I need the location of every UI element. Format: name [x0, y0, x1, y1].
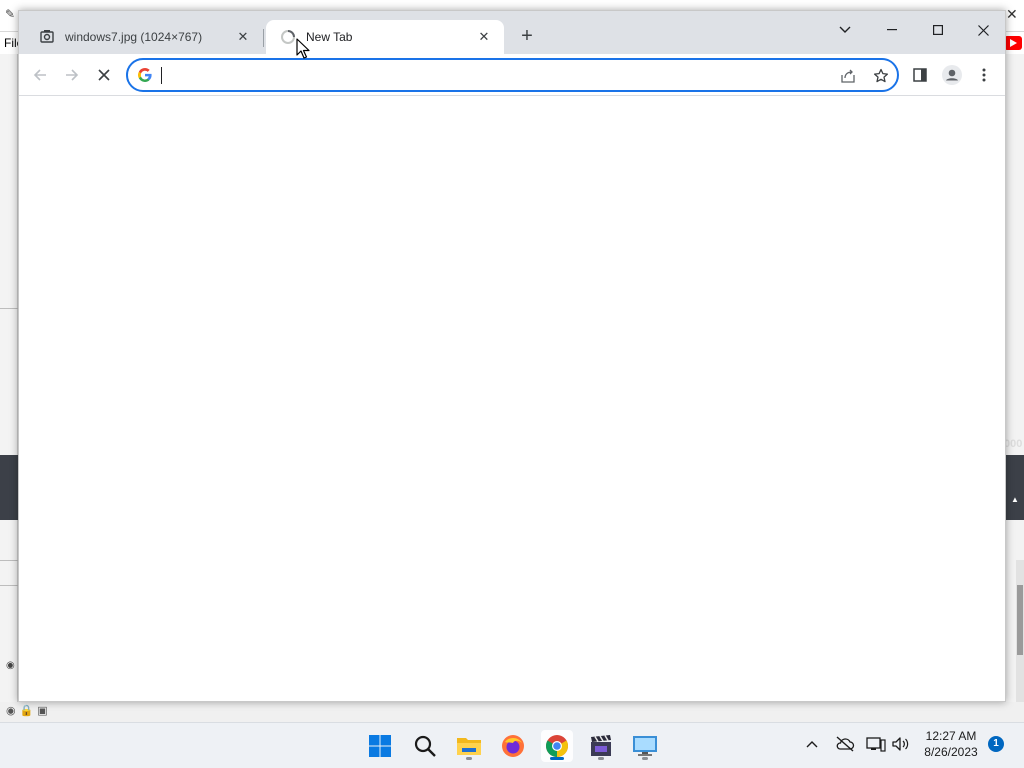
background-status-bar: [0, 702, 1024, 722]
tab-title: New Tab: [306, 30, 353, 44]
notification-badge[interactable]: 1: [988, 736, 1004, 752]
loading-icon: [280, 29, 296, 45]
image-viewer-icon: [39, 29, 55, 45]
background-up-arrow-icon[interactable]: ▲: [1011, 495, 1019, 504]
star-icon: [873, 68, 889, 83]
running-indicator: [642, 757, 648, 760]
windows-logo-icon: [369, 735, 391, 757]
share-button[interactable]: [838, 66, 858, 86]
tab-title: windows7.jpg (1024×767): [65, 30, 203, 44]
monitor-icon: [633, 736, 657, 756]
profile-icon: [942, 65, 962, 85]
forward-button[interactable]: [59, 62, 85, 88]
clock-date: 8/26/2023: [924, 745, 978, 759]
volume-button[interactable]: [891, 735, 911, 753]
video-editor-button[interactable]: [585, 730, 617, 762]
background-number-readout: 000: [1004, 438, 1023, 450]
google-g-icon: [138, 68, 152, 82]
side-panel-icon: [913, 68, 927, 82]
running-indicator: [466, 757, 472, 760]
tab-close-icon[interactable]: ✕: [235, 29, 251, 45]
address-input[interactable]: [160, 65, 830, 85]
background-scrollbar-thumb[interactable]: [1017, 585, 1023, 655]
start-button[interactable]: [364, 730, 396, 762]
close-window-button[interactable]: [960, 15, 1006, 45]
back-arrow-icon: [33, 69, 46, 81]
running-indicator: [598, 757, 604, 760]
maximize-icon: [933, 25, 943, 35]
maximize-button[interactable]: [915, 15, 961, 45]
background-close-icon[interactable]: ✕: [1006, 6, 1020, 22]
system-clock[interactable]: 12:27 AM 8/26/2023: [918, 728, 984, 760]
back-button[interactable]: [27, 62, 53, 88]
profile-button[interactable]: [939, 62, 965, 88]
text-caret: [161, 67, 162, 84]
background-divider: [0, 560, 18, 561]
active-indicator: [550, 757, 564, 760]
network-icon: [866, 737, 886, 752]
stop-loading-button[interactable]: [91, 62, 117, 88]
forward-arrow-icon: [66, 69, 79, 81]
new-tab-button[interactable]: +: [515, 25, 539, 49]
search-icon: [414, 735, 436, 757]
tab-close-icon[interactable]: ✕: [476, 29, 492, 45]
chrome-menu-button[interactable]: [971, 62, 997, 88]
stop-icon: [98, 69, 110, 81]
chrome-icon: [546, 735, 568, 757]
background-status-icons: ◉🔒▣: [6, 705, 52, 717]
background-divider: [0, 308, 18, 309]
browser-toolbar: [19, 54, 1005, 96]
background-dark-panel: [1006, 455, 1024, 520]
share-icon: [841, 69, 855, 83]
minimize-button[interactable]: [869, 15, 915, 45]
background-dark-panel: [0, 455, 18, 520]
show-hidden-icons-button[interactable]: [804, 736, 820, 752]
clock-time: 12:27 AM: [925, 729, 977, 743]
file-explorer-button[interactable]: [453, 730, 485, 762]
more-vert-icon: [982, 68, 986, 82]
chrome-browser-window: windows7.jpg (1024×767) ✕ New Tab ✕ +: [18, 10, 1006, 702]
film-clapper-icon: [591, 735, 611, 756]
page-content-area[interactable]: [19, 97, 1005, 701]
background-app-icon: ✎: [5, 7, 16, 21]
tab-strip: windows7.jpg (1024×767) ✕ New Tab ✕ +: [19, 11, 1005, 54]
mouse-pointer-icon: [296, 38, 310, 59]
folder-icon: [457, 738, 481, 755]
background-divider: [0, 585, 18, 586]
onedrive-offline-button[interactable]: [835, 735, 855, 753]
tab-search-button[interactable]: [822, 15, 868, 45]
firefox-button[interactable]: [497, 730, 529, 762]
chevron-down-icon: [839, 26, 851, 33]
close-icon: [977, 24, 989, 36]
minimize-icon: [887, 29, 897, 31]
firefox-icon: [502, 735, 524, 757]
background-left-panel: [0, 54, 18, 722]
tab-windows7-image[interactable]: windows7.jpg (1024×767) ✕: [25, 20, 264, 54]
network-button[interactable]: [866, 735, 886, 753]
side-panel-button[interactable]: [907, 62, 933, 88]
address-bar[interactable]: [126, 58, 899, 92]
chrome-taskbar-button[interactable]: [541, 730, 573, 762]
bookmark-button[interactable]: [871, 66, 891, 86]
cloud-off-icon: [836, 736, 855, 752]
eye-icon[interactable]: ◉: [6, 660, 18, 672]
search-button[interactable]: [409, 730, 441, 762]
remote-desktop-button[interactable]: [629, 730, 661, 762]
speaker-icon: [892, 737, 909, 751]
chevron-up-icon: [806, 741, 818, 748]
youtube-icon[interactable]: [1004, 36, 1022, 50]
